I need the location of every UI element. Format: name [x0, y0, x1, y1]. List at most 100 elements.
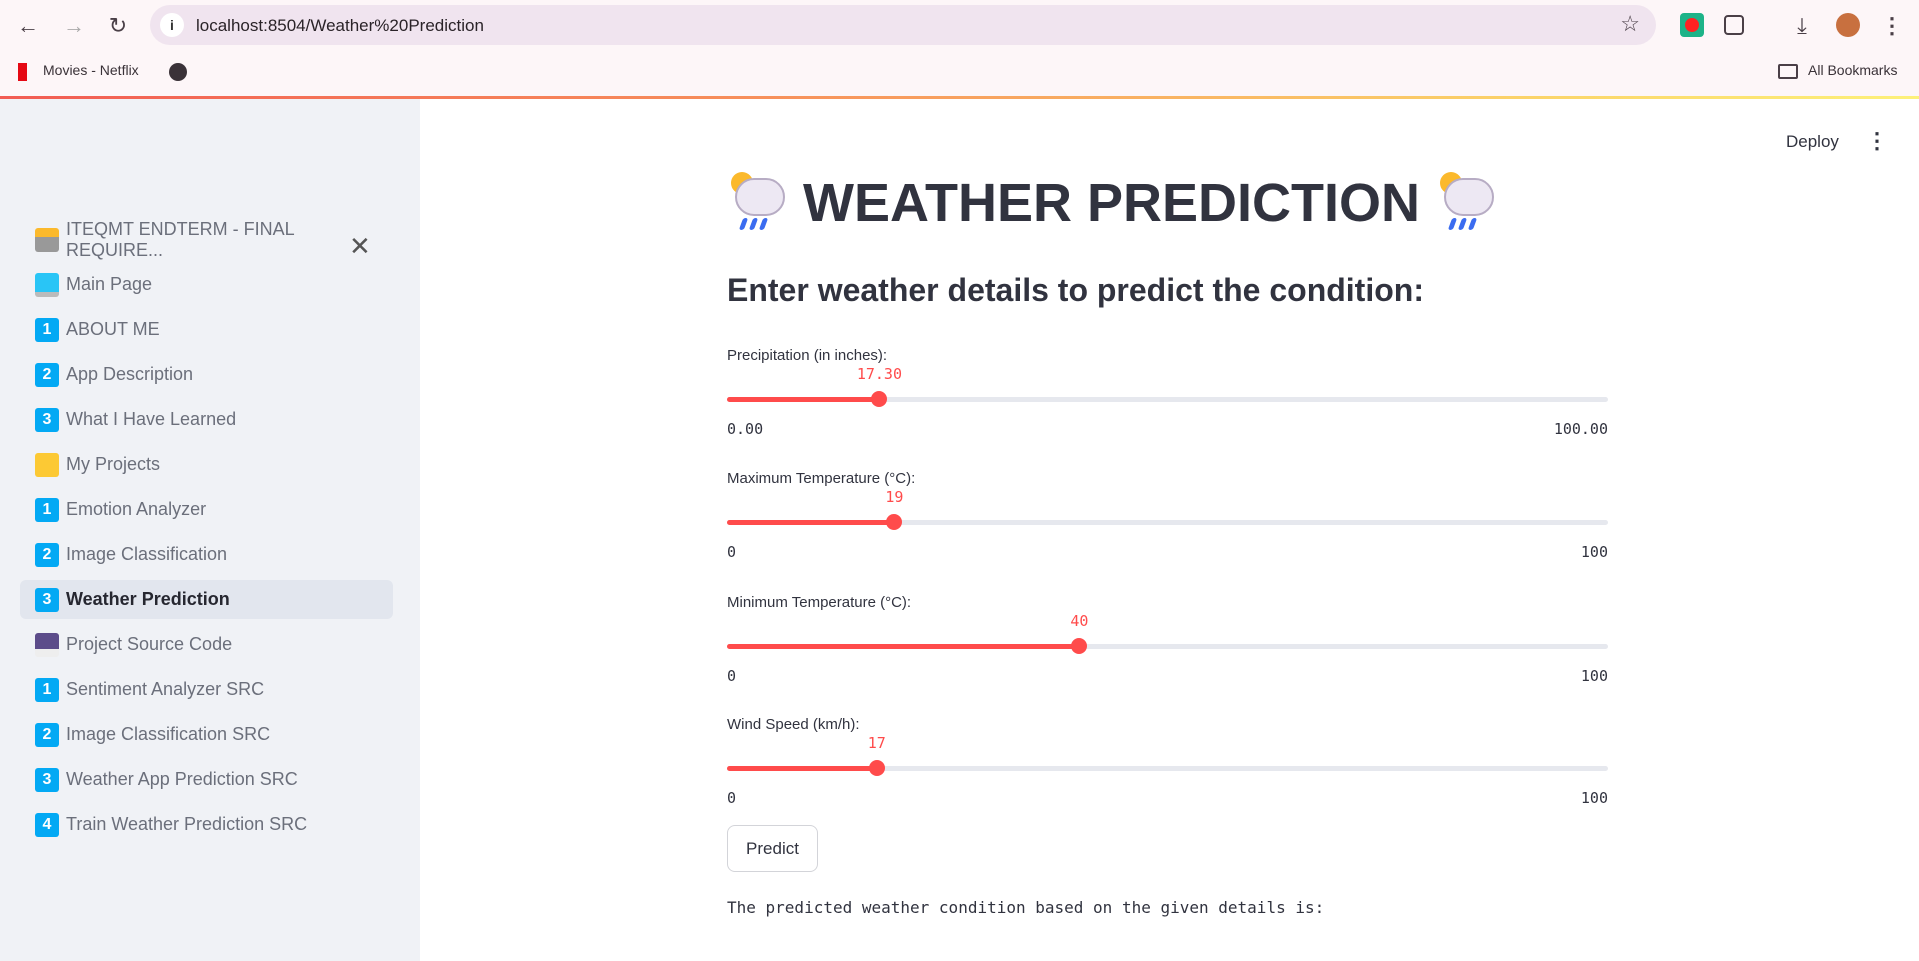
sidebar-item-label: Project Source Code: [66, 634, 233, 654]
slider-field: Precipitation (in inches): 17.30 0.00 10…: [727, 347, 1608, 457]
netflix-icon: [18, 63, 27, 81]
technologist-icon: [35, 227, 59, 252]
sidebar-item-image-classification[interactable]: 2 Image Classification: [20, 535, 393, 574]
predict-button[interactable]: Predict: [727, 825, 818, 872]
bookmark-netflix[interactable]: Movies - Netflix: [43, 62, 139, 78]
address-bar[interactable]: i localhost:8504/Weather%20Prediction ☆: [150, 5, 1656, 45]
sidebar-item-label: Main Page: [66, 274, 153, 294]
result-text: The predicted weather condition based on…: [727, 898, 1325, 917]
slider-label: Precipitation (in inches):: [727, 347, 888, 364]
keycap-1-icon: 1: [35, 317, 59, 342]
keycap-2-icon: 2: [35, 542, 59, 567]
sidebar-item-label: What I Have Learned: [66, 409, 237, 429]
sidebar-item-emotion-analyzer[interactable]: 1 Emotion Analyzer: [20, 490, 393, 529]
slider-thumb[interactable]: [1071, 638, 1088, 654]
sidebar-item-iteqmt-endterm-final-require[interactable]: ITEQMT ENDTERM - FINAL REQUIRE...: [20, 218, 393, 260]
slider-thumb[interactable]: [886, 514, 903, 530]
bookmark-star-icon[interactable]: ☆: [1620, 11, 1640, 37]
slider-track[interactable]: 19: [727, 488, 1608, 530]
keycap-2-icon: 2: [35, 362, 59, 387]
slider-track[interactable]: 40: [727, 612, 1608, 654]
title-text: WEATHER PREDICTION: [803, 173, 1420, 233]
keycap-3-icon: 3: [35, 587, 59, 612]
app-menu-icon[interactable]: ⋮: [1866, 128, 1888, 154]
sidebar-item-label: Weather App Prediction SRC: [66, 769, 298, 789]
slider-min: 0: [727, 543, 737, 561]
deploy-button[interactable]: Deploy: [1786, 132, 1839, 152]
sidebar-item-main-page[interactable]: Main Page: [20, 265, 393, 304]
keycap-3-icon: 3: [35, 407, 59, 432]
sidebar-item-project-source-code[interactable]: Project Source Code: [20, 625, 393, 664]
slider-value: 17.30: [856, 365, 902, 383]
forward-icon[interactable]: →: [60, 12, 88, 40]
keycap-1-icon: 1: [35, 677, 59, 702]
sidebar: ✕ ITEQMT ENDTERM - FINAL REQUIRE... Main …: [0, 99, 420, 961]
slider-label: Maximum Temperature (°C):: [727, 470, 916, 487]
sidebar-item-label: ITEQMT ENDTERM - FINAL REQUIRE...: [66, 218, 295, 260]
laptop-icon: [35, 272, 59, 297]
slider-max: 100.00: [1553, 420, 1608, 438]
sidebar-item-label: Sentiment Analyzer SRC: [66, 679, 265, 699]
download-icon[interactable]: ⤓: [1790, 13, 1814, 38]
sidebar-item-label: Emotion Analyzer: [66, 499, 207, 519]
slider-fill: [727, 766, 877, 771]
page-title: WEATHER PREDICTION: [727, 172, 1608, 234]
sidebar-item-label: Image Classification SRC: [66, 724, 271, 744]
profile-avatar[interactable]: [1836, 13, 1860, 37]
slider-max: 100: [1580, 789, 1608, 807]
slider-track[interactable]: 17.30: [727, 365, 1608, 407]
url-text[interactable]: localhost:8504/Weather%20Prediction: [196, 16, 484, 36]
sidebar-item-weather-prediction[interactable]: 3 Weather Prediction: [20, 580, 393, 619]
sidebar-item-weather-app-prediction-src[interactable]: 3 Weather App Prediction SRC: [20, 760, 393, 799]
folder-icon: [1778, 64, 1798, 79]
keycap-1-icon: 1: [35, 497, 59, 522]
cloud-rain-sun-icon: [1436, 172, 1496, 234]
slider-fill: [727, 520, 895, 525]
slider-label: Wind Speed (km/h):: [727, 716, 860, 733]
subtitle: Enter weather details to predict the con…: [727, 272, 1424, 308]
slider-value: 19: [885, 488, 904, 506]
slider-field: Minimum Temperature (°C): 40 0 100: [727, 594, 1608, 704]
sidebar-item-label: Image Classification: [66, 544, 228, 564]
keycap-3-icon: 3: [35, 767, 59, 792]
floppy-disk-icon: [35, 632, 59, 657]
reload-icon[interactable]: ↻: [104, 12, 132, 40]
slider-label: Minimum Temperature (°C):: [727, 594, 912, 611]
sidebar-item-image-classification-src[interactable]: 2 Image Classification SRC: [20, 715, 393, 754]
sidebar-item-label: Weather Prediction: [66, 589, 230, 609]
extension-video-icon[interactable]: [1680, 13, 1704, 37]
slider-max: 100: [1580, 543, 1608, 561]
browser-menu-icon[interactable]: ⋮: [1880, 13, 1904, 38]
slider-min: 0: [727, 789, 737, 807]
slider-thumb[interactable]: [868, 760, 885, 776]
sidebar-item-app-description[interactable]: 2 App Description: [20, 355, 393, 394]
slider-value: 40: [1070, 612, 1089, 630]
slider-fill: [727, 644, 1080, 649]
sidebar-item-what-i-have-learned[interactable]: 3 What I Have Learned: [20, 400, 393, 439]
slider-min: 0.00: [727, 420, 764, 438]
all-bookmarks[interactable]: All Bookmarks: [1808, 62, 1897, 78]
slider-min: 0: [727, 667, 737, 685]
back-icon[interactable]: ←: [14, 12, 42, 40]
folder-icon: [35, 452, 59, 477]
slider-track[interactable]: 17: [727, 734, 1608, 776]
slider-max: 100: [1580, 667, 1608, 685]
sidebar-item-label: Train Weather Prediction SRC: [66, 814, 308, 834]
globe-icon[interactable]: [169, 63, 187, 81]
slider-value: 17: [867, 734, 886, 752]
sidebar-item-label: My Projects: [66, 454, 161, 474]
slider-field: Maximum Temperature (°C): 19 0 100: [727, 470, 1608, 580]
extensions-puzzle-icon[interactable]: [1724, 15, 1744, 35]
cloud-rain-sun-icon: [727, 172, 787, 234]
keycap-4-icon: 4: [35, 812, 59, 837]
site-info-icon[interactable]: i: [160, 13, 184, 37]
sidebar-item-my-projects[interactable]: My Projects: [20, 445, 393, 484]
slider-field: Wind Speed (km/h): 17 0 100: [727, 716, 1608, 826]
slider-fill: [727, 397, 880, 402]
sidebar-item-train-weather-prediction-src[interactable]: 4 Train Weather Prediction SRC: [20, 805, 393, 844]
sidebar-item-about-me[interactable]: 1 ABOUT ME: [20, 310, 393, 349]
sidebar-item-label: ABOUT ME: [66, 319, 160, 339]
slider-thumb[interactable]: [871, 391, 888, 407]
sidebar-item-label: App Description: [66, 364, 194, 384]
sidebar-item-sentiment-analyzer-src[interactable]: 1 Sentiment Analyzer SRC: [20, 670, 393, 709]
